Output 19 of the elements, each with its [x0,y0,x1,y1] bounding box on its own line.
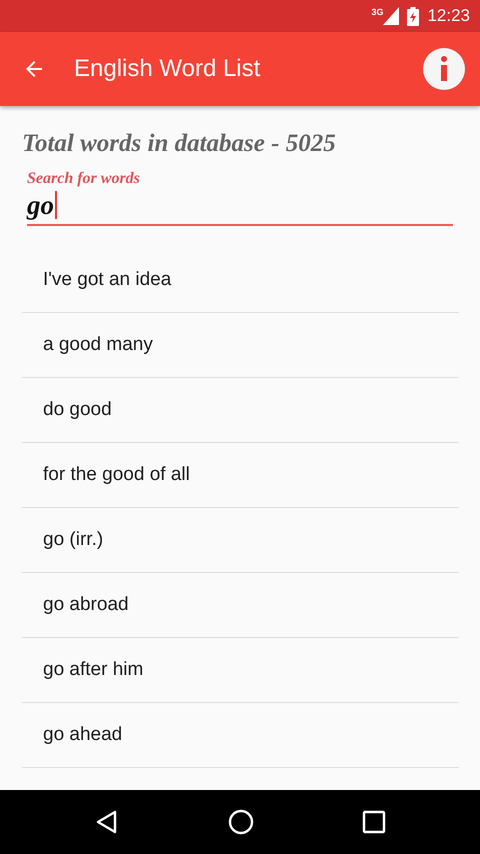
signal-icon [383,7,400,25]
recents-icon[interactable] [362,810,386,834]
info-icon[interactable] [422,47,466,91]
word-list-item[interactable]: for the good of all [22,443,459,508]
word-list-item[interactable]: go ahead [22,703,459,768]
battery-icon [407,6,420,26]
app-title: English Word List [74,55,262,83]
word-list-item[interactable]: go abroad [22,573,459,638]
word-count-heading: Total words in database - 5025 [22,130,337,158]
search-field[interactable]: Search for words go [27,170,453,226]
network-type: 3G [371,7,384,17]
word-list-item[interactable]: do good [22,378,459,443]
word-list-item[interactable]: go after him [22,638,459,703]
word-list-item[interactable]: a good many [22,313,459,378]
home-icon[interactable] [228,809,254,835]
word-list-item[interactable]: I've got an idea [22,248,459,313]
word-list-item[interactable]: go (irr.) [22,508,459,573]
text-cursor [55,191,57,219]
clock: 12:23 [427,6,470,26]
